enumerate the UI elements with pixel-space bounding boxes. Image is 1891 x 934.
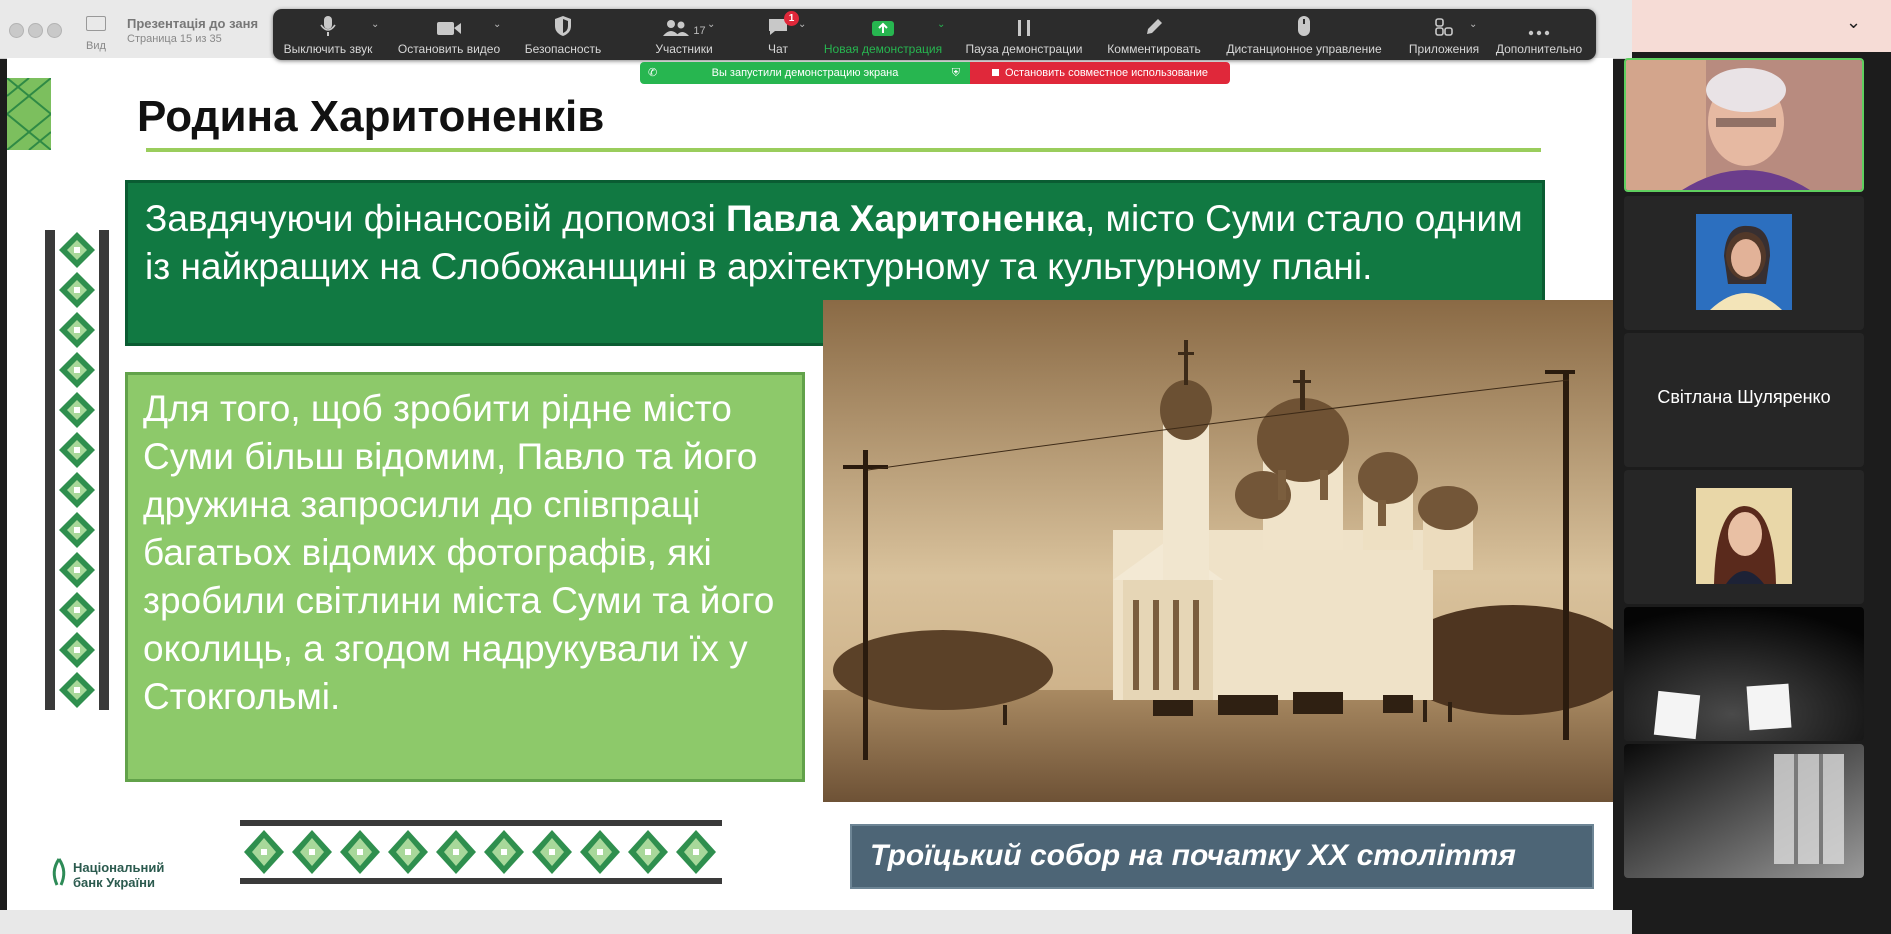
annotate-button[interactable]: Комментировать — [1099, 9, 1209, 60]
microphone-icon — [320, 9, 336, 37]
pause-share-button[interactable]: Пауза демонстрации — [959, 9, 1089, 60]
chevron-down-icon[interactable]: ⌄ — [707, 19, 715, 30]
chat-unread-badge: 1 — [784, 11, 799, 26]
participant-name: Світлана Шуляренко — [1657, 387, 1831, 407]
remote-control-button[interactable]: Дистанционное управление — [1219, 9, 1389, 60]
detail-text-box: Для того, щоб зробити рідне місто Суми б… — [125, 372, 805, 782]
apps-icon — [1434, 9, 1454, 37]
mute-button[interactable]: Выключить звук — [283, 9, 373, 60]
close-window-button[interactable] — [9, 23, 24, 38]
mute-label: Выключить звук — [283, 42, 373, 56]
presentation-slide: Родина Харитоненків Завдячуючи фінансові… — [7, 58, 1613, 910]
screen-share-banner: ✆ Вы запустили демонстрацию экрана ⛨ Ост… — [640, 62, 1230, 84]
participants-label: Участники — [655, 42, 713, 56]
meeting-toolbar: Выключить звук ⌄ Остановить видео ⌄ Безо… — [273, 9, 1596, 60]
video-camera-icon — [436, 9, 462, 37]
window-bottom-edge — [0, 910, 1632, 934]
participant-tile[interactable] — [1624, 470, 1864, 604]
nbu-logo-line: банк України — [73, 875, 155, 890]
chevron-down-icon[interactable]: ⌄ — [493, 19, 501, 30]
shield-icon — [554, 9, 572, 37]
chat-button[interactable]: 1 Чат — [743, 9, 813, 60]
vertical-ornament — [45, 230, 109, 710]
document-page-indicator: Страница 15 из 35 — [127, 33, 222, 45]
stop-icon — [992, 69, 999, 76]
participants-count: 17 — [693, 25, 706, 37]
pause-share-label: Пауза демонстрации — [965, 42, 1083, 56]
participant-avatar — [1696, 214, 1792, 310]
participant-tile[interactable] — [1624, 196, 1864, 330]
apps-button[interactable]: Приложения — [1399, 9, 1489, 60]
security-label: Безопасность — [524, 42, 602, 56]
phone-icon: ✆ — [648, 67, 658, 79]
pause-icon — [1016, 9, 1032, 37]
participant-tile[interactable] — [1624, 607, 1864, 741]
participant-video — [1624, 607, 1864, 741]
chevron-down-icon[interactable]: ⌄ — [937, 19, 945, 30]
photo-caption-box: Троїцький собор на початку ХХ століття — [850, 824, 1594, 889]
detail-text: Для того, щоб зробити рідне місто Суми б… — [143, 388, 775, 717]
intro-text-bold: Павла Харитоненка — [726, 198, 1085, 239]
chevron-down-icon[interactable]: ⌄ — [371, 19, 379, 30]
new-share-label: Новая демонстрация — [823, 42, 943, 56]
participant-tile-named[interactable]: Світлана Шуляренко — [1624, 333, 1864, 467]
share-status-text: Вы запустили демонстрацию экрана — [711, 67, 899, 79]
chevron-down-icon[interactable]: ⌄ — [1846, 12, 1861, 33]
security-button[interactable]: Безопасность — [518, 9, 608, 60]
share-screen-icon — [871, 9, 895, 37]
new-share-button[interactable]: Новая демонстрация — [818, 9, 948, 60]
chevron-down-icon[interactable]: ⌄ — [798, 19, 806, 30]
more-label: Дополнительно — [1495, 42, 1583, 56]
remote-control-label: Дистанционное управление — [1226, 42, 1382, 56]
participants-icon: 17 — [662, 9, 706, 37]
corner-ornament — [7, 78, 51, 150]
chat-label: Чат — [768, 42, 788, 56]
stop-video-label: Остановить видео — [397, 42, 501, 56]
zoom-window-button[interactable] — [47, 23, 62, 38]
title-underline — [146, 148, 1541, 152]
sidebar-icon[interactable] — [86, 16, 106, 31]
chevron-down-icon[interactable]: ⌄ — [1469, 19, 1477, 30]
stop-share-label: Остановить совместное использование — [1005, 67, 1208, 79]
participant-video — [1626, 60, 1862, 190]
cathedral-photo — [823, 300, 1613, 802]
horizontal-ornament — [240, 820, 722, 884]
pen-icon — [1144, 9, 1164, 37]
nbu-logo-text: Національний банк України — [73, 860, 164, 890]
stop-share-button[interactable]: Остановить совместное использование — [970, 62, 1230, 84]
mouse-icon — [1297, 9, 1311, 37]
nbu-logo-icon — [52, 858, 66, 886]
stop-video-button[interactable]: Остановить видео — [394, 9, 504, 60]
participant-video — [1624, 744, 1864, 878]
apps-label: Приложения — [1408, 42, 1480, 56]
photo-caption: Троїцький собор на початку ХХ століття — [870, 839, 1516, 872]
intro-text: Завдячуючи фінансовій допомозі Павла Хар… — [145, 195, 1535, 291]
more-icon — [1528, 9, 1550, 37]
shield-check-icon: ⛨ — [951, 67, 960, 79]
participants-button[interactable]: 17 Участники — [629, 9, 739, 60]
participant-avatar — [1696, 488, 1792, 584]
slide-title: Родина Харитоненків — [137, 92, 605, 141]
more-button[interactable]: Дополнительно — [1489, 9, 1589, 60]
view-menu-label[interactable]: Вид — [86, 40, 106, 52]
annotate-label: Комментировать — [1107, 42, 1201, 56]
participant-tile[interactable] — [1624, 744, 1864, 878]
nbu-logo-line: Національний — [73, 860, 165, 875]
intro-text-part: Завдячуючи фінансовій допомозі — [145, 198, 726, 239]
document-title: Презентація до заня — [127, 16, 259, 31]
participant-tile-active-speaker[interactable] — [1624, 58, 1864, 192]
minimize-window-button[interactable] — [28, 23, 43, 38]
share-status: ✆ Вы запустили демонстрацию экрана ⛨ — [640, 62, 970, 84]
